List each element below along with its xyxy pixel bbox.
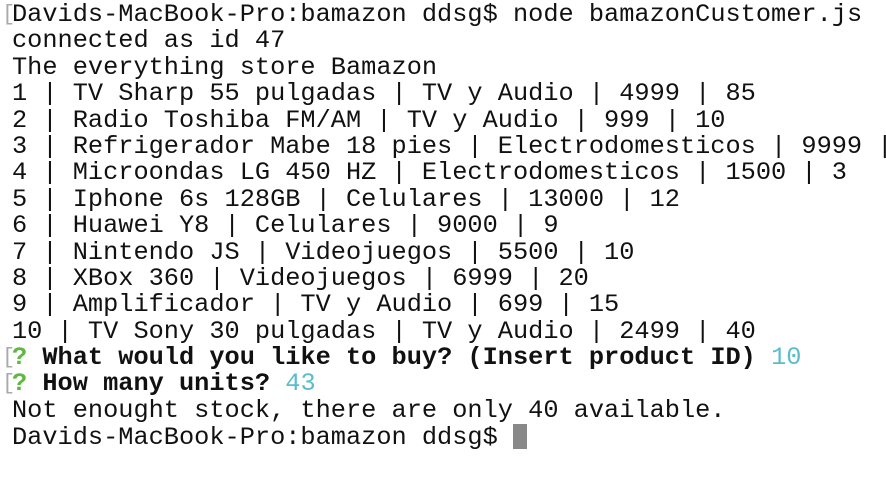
question-product-id: [? What would you like to buy? (Insert p… [2, 343, 886, 373]
product-row: 6 | Huawei Y8 | Celulares | 9000 | 9 [12, 211, 559, 241]
final-prompt-line[interactable]: Davids-MacBook-Pro:bamazon ddsg$ [12, 423, 886, 453]
product-row: 7 | Nintendo JS | Videojuegos | 5500 | 1… [12, 237, 635, 267]
stock-message: Not enought stock, there are only 40 ava… [12, 395, 726, 425]
product-row: 5 | Iphone 6s 128GB | Celulares | 13000 … [12, 184, 680, 214]
command: node bamazonCustomer.js [512, 0, 863, 29]
line-marker: [ [2, 2, 16, 27]
command-line: [Davids-MacBook-Pro:bamazon ddsg$ node b… [2, 0, 886, 29]
question-units: [? How many units? 43 [2, 369, 886, 399]
prompt: Davids-MacBook-Pro:bamazon ddsg$ [12, 423, 498, 453]
product-row: 3 | Refrigerador Mabe 18 pies | Electrod… [12, 131, 886, 161]
product-row: 8 | XBox 360 | Videojuegos | 6999 | 20 [12, 263, 589, 293]
question-text: How many units? [42, 369, 271, 399]
output-line: connected as id 47 [12, 26, 286, 56]
terminal-output[interactable]: [Davids-MacBook-Pro:bamazon ddsg$ node b… [2, 0, 886, 453]
line-marker: [ [2, 345, 16, 371]
line-marker: [ [2, 371, 16, 397]
prompt: Davids-MacBook-Pro:bamazon ddsg$ [12, 0, 498, 29]
answer: 43 [285, 369, 316, 399]
product-row: 2 | Radio Toshiba FM/AM | TV y Audio | 9… [12, 105, 726, 135]
product-row: 10 | TV Sony 30 pulgadas | TV y Audio | … [12, 316, 756, 346]
question-text: What would you like to buy? (Insert prod… [42, 343, 756, 373]
output-line: The everything store Bamazon [12, 52, 438, 82]
product-row: 9 | Amplificador | TV y Audio | 699 | 15 [12, 290, 620, 320]
product-row: 4 | Microondas LG 450 HZ | Electrodomest… [12, 158, 847, 188]
answer: 10 [771, 343, 802, 373]
product-row: 1 | TV Sharp 55 pulgadas | TV y Audio | … [12, 79, 756, 109]
cursor [512, 424, 527, 450]
